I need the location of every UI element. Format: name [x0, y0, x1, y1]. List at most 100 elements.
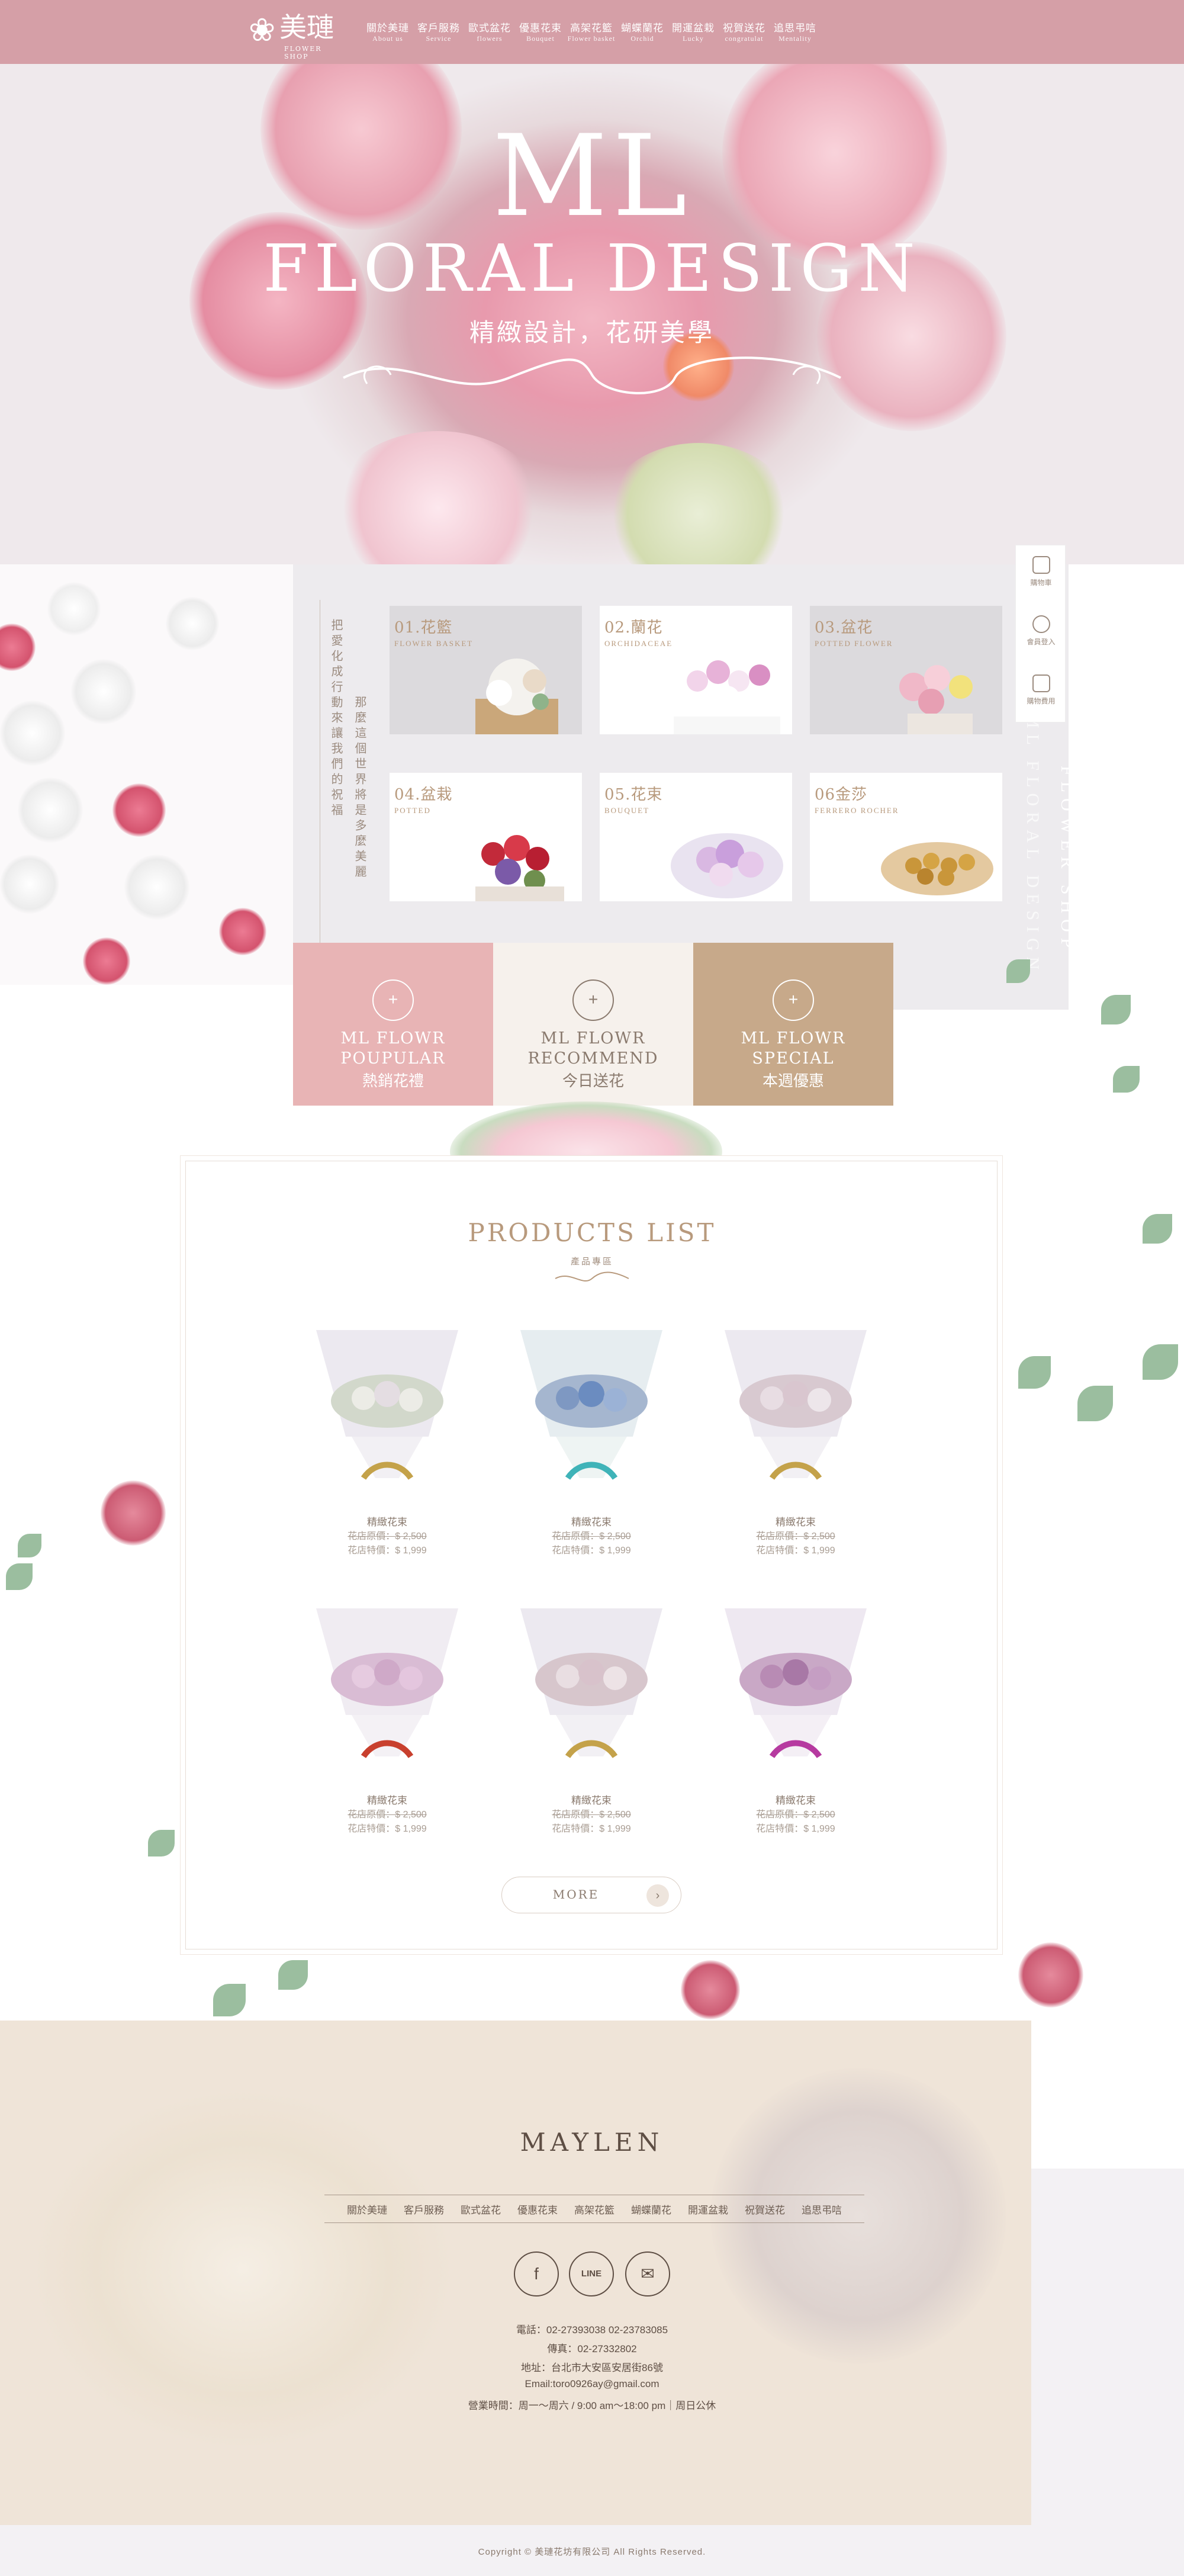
flower-side-panel	[0, 564, 293, 985]
nav-item-about[interactable]: 關於美璉 About us	[362, 23, 413, 43]
pink-rose-decoration	[112, 783, 166, 837]
promo-recommend[interactable]: + ML FLOWR RECOMMEND 今日送花	[493, 943, 693, 1106]
chevron-right-icon: ›	[646, 1884, 669, 1907]
bouquet-image	[671, 833, 783, 898]
nav-item-basket[interactable]: 高架花籃 Flower basket	[566, 23, 617, 43]
cart-button[interactable]: 購物車	[1016, 545, 1066, 596]
product-card[interactable]: 精緻花束 花店原價：$ 2,500 花店特價：$ 1,999	[298, 1602, 476, 1839]
hero-title-floral-design: FLORAL DESIGN	[263, 230, 921, 306]
product-card[interactable]: 精緻花束 花店原價：$ 2,500 花店特價：$ 1,999	[707, 1324, 884, 1561]
footer-nav: 關於美璉 客戶服務 歐式盆花 優惠花束 高架花籃 蝴蝶蘭花 開運盆栽 祝賀送花 …	[324, 2195, 864, 2223]
products-section: PRODUCTS LIST 產品專區 精緻花束 花店原價：$ 2,500 花店特…	[185, 1161, 998, 1949]
white-rose-decoration	[0, 855, 59, 914]
bouquet-image	[520, 1330, 662, 1480]
side-text-floral-design: ML FLORAL DESIGN	[1023, 712, 1043, 976]
footer-link-flowers[interactable]: 歐式盆花	[461, 2202, 501, 2217]
nav-item-congratulate[interactable]: 祝賀送花 congratulat	[719, 23, 770, 43]
footer-fax: 傳真：02-27332802	[547, 2343, 637, 2355]
footer-link-mentality[interactable]: 追思弔唁	[802, 2202, 842, 2217]
pink-rose-decoration	[219, 908, 266, 955]
cart-icon	[1032, 556, 1050, 574]
rose-logo-icon: ❀	[249, 11, 276, 49]
line-icon[interactable]: LINE	[569, 2251, 614, 2296]
member-login-button[interactable]: 會員登入	[1016, 605, 1066, 656]
category-title: 04.盆栽	[394, 786, 453, 804]
category-card-bouquet[interactable]: 05.花束 BOUQUET	[600, 773, 792, 901]
bouquet-image	[316, 1330, 458, 1480]
ferrero-bouquet-image	[881, 842, 993, 895]
leaf-decoration	[1077, 1386, 1113, 1421]
footer-link-orchid[interactable]: 蝴蝶蘭花	[631, 2202, 671, 2217]
footer-link-about[interactable]: 關於美璉	[347, 2202, 387, 2217]
bouquet-image	[316, 1608, 458, 1759]
nav-item-bouquet[interactable]: 優惠花束 Bouquet	[515, 23, 566, 43]
side-text-flower-shop: FLOWER SHOP	[1057, 766, 1077, 954]
nav-item-service[interactable]: 客戶服務 Service	[413, 23, 464, 43]
category-title: 01.花籃	[394, 619, 453, 637]
white-rose-decoration	[71, 659, 136, 724]
category-title: 03.盆花	[815, 619, 873, 637]
products-subtitle: 產品專區	[570, 1257, 613, 1267]
white-rose-decoration	[18, 778, 83, 843]
nav-item-lucky[interactable]: 開運盆栽 Lucky	[668, 23, 719, 43]
category-title: 05.花束	[604, 786, 663, 804]
footer-link-basket[interactable]: 高架花籃	[574, 2202, 614, 2217]
product-card[interactable]: 精緻花束 花店原價：$ 2,500 花店特價：$ 1,999	[503, 1602, 680, 1839]
intro-text-1: 把愛化成行動來讓我們的祝福	[329, 619, 342, 819]
category-card-orchid[interactable]: 02.蘭花 ORCHIDACEAE	[600, 606, 792, 734]
leaf-decoration	[6, 1563, 33, 1590]
leaf-decoration	[18, 1534, 41, 1557]
nav-item-flowers[interactable]: 歐式盆花 flowers	[464, 23, 515, 43]
product-card[interactable]: 精緻花束 花店原價：$ 2,500 花店特價：$ 1,999	[503, 1324, 680, 1561]
promo-special[interactable]: + ML FLOWR SPECIAL 本週優惠	[693, 943, 893, 1106]
category-card-potted[interactable]: 04.盆栽 POTTED	[390, 773, 582, 901]
footer-link-lucky[interactable]: 開運盆栽	[688, 2202, 728, 2217]
pink-rose-decoration	[0, 624, 36, 671]
white-rose-decoration	[124, 855, 189, 920]
category-card-ferrero[interactable]: 06金莎 FERRERO ROCHER	[810, 773, 1002, 901]
plus-icon: +	[773, 979, 814, 1021]
shipping-fee-button[interactable]: 購物費用	[1016, 664, 1066, 715]
leaf-decoration	[1113, 1066, 1140, 1093]
main-nav: 關於美璉 About us 客戶服務 Service 歐式盆花 flowers 優惠花…	[362, 23, 821, 43]
nav-item-orchid[interactable]: 蝴蝶蘭花 Orchid	[617, 23, 668, 43]
footer-address: 地址：台北市大安區安居街86號	[521, 2362, 663, 2373]
site-header: ❀ 美璉 FLOWER SHOP 關於美璉 About us 客戶服務 Servic…	[0, 0, 1184, 64]
promo-popular[interactable]: + ML FLOWR POUPULAR 熱銷花禮	[293, 943, 493, 1106]
white-rose-decoration	[0, 701, 65, 766]
line-icon	[1032, 615, 1050, 633]
pink-rose-decoration	[101, 1480, 166, 1546]
footer-link-bouquet[interactable]: 優惠花束	[517, 2202, 558, 2217]
more-button[interactable]: MORE ›	[501, 1877, 681, 1913]
footer-link-congratulate[interactable]: 祝賀送花	[745, 2202, 785, 2217]
flower-basket-image	[475, 659, 558, 734]
pink-rose-decoration	[681, 1960, 740, 2019]
document-icon	[1032, 674, 1050, 692]
nav-item-mentality[interactable]: 追思弔唁 Mentality	[770, 23, 821, 43]
potted-plant-image	[475, 835, 564, 901]
mail-icon[interactable]: ✉	[625, 2251, 670, 2296]
bouquet-image	[725, 1608, 867, 1759]
plus-icon: +	[372, 979, 414, 1021]
product-card[interactable]: 精緻花束 花店原價：$ 2,500 花店特價：$ 1,999	[707, 1602, 884, 1839]
category-card-potted-flower[interactable]: 03.盆花 POTTED FLOWER	[810, 606, 1002, 734]
white-rose-decoration	[47, 582, 101, 635]
plus-icon: +	[572, 979, 614, 1021]
swirl-ornament-icon	[343, 356, 841, 394]
white-rose-decoration	[166, 597, 219, 650]
hero-title-ml: ML	[492, 111, 692, 242]
product-card[interactable]: 精緻花束 花店原價：$ 2,500 花店特價：$ 1,999	[298, 1324, 476, 1561]
category-title: 02.蘭花	[604, 619, 663, 637]
facebook-icon[interactable]: f	[514, 2251, 559, 2296]
footer-link-service[interactable]: 客戶服務	[404, 2202, 444, 2217]
orchid-image	[674, 660, 780, 734]
pink-rose-decoration	[1018, 1942, 1083, 2008]
footer-email[interactable]: Email:toro0926ay@gmail.com	[0, 2378, 1184, 2390]
products-title: PRODUCTS LIST	[468, 1218, 716, 1247]
footer-brand: MAYLEN	[520, 2128, 664, 2157]
site-logo[interactable]: ❀ 美璉 FLOWER SHOP	[249, 8, 346, 60]
leaf-decoration	[278, 1960, 308, 1990]
leaf-decoration	[1143, 1344, 1178, 1380]
category-card-basket[interactable]: 01.花籃 FLOWER BASKET	[390, 606, 582, 734]
swirl-ornament-icon	[555, 1271, 629, 1282]
